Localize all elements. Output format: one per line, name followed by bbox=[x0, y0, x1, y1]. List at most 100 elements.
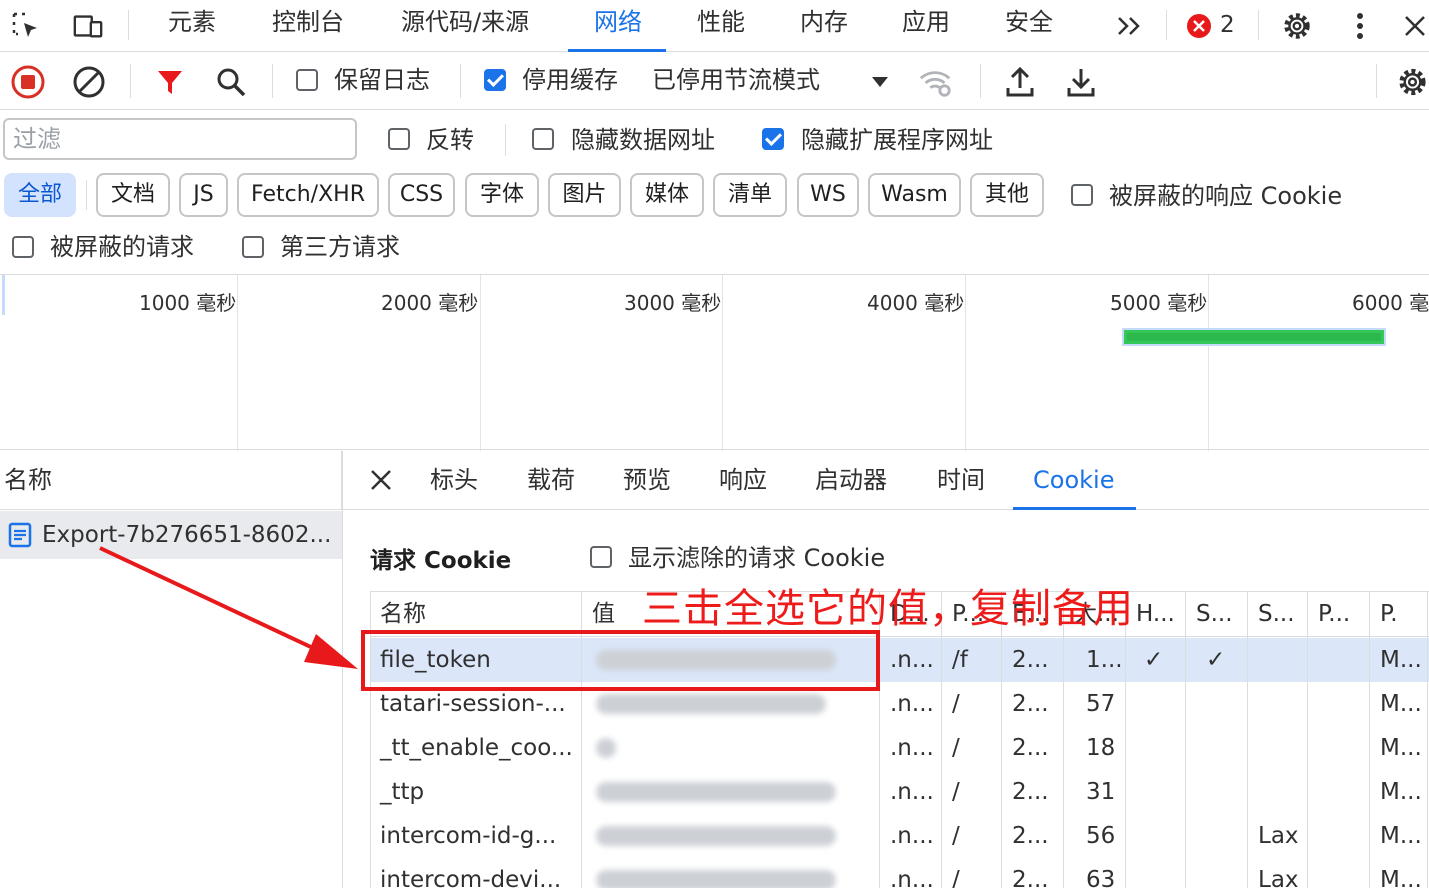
filter-icon[interactable] bbox=[152, 64, 188, 100]
preserve-log-checkbox[interactable] bbox=[296, 69, 318, 91]
disable-cache-label[interactable]: 停用缓存 bbox=[522, 60, 618, 100]
cookie-value[interactable] bbox=[582, 814, 878, 858]
chip-font[interactable]: 字体 bbox=[465, 173, 539, 217]
chip-js[interactable]: JS bbox=[179, 173, 228, 217]
settings-gear-icon[interactable] bbox=[1281, 10, 1313, 42]
tab-network[interactable]: 网络 bbox=[568, 0, 666, 52]
request-list-name-header[interactable]: 名称 bbox=[0, 451, 342, 510]
chip-other[interactable]: 其他 bbox=[970, 173, 1044, 217]
cookie-httponly bbox=[1126, 858, 1186, 888]
throttling-select[interactable]: 已停用节流模式 bbox=[652, 60, 820, 100]
column-samesite[interactable]: S... bbox=[1248, 592, 1308, 636]
chip-manifest[interactable]: 清单 bbox=[713, 173, 787, 217]
more-tabs-icon[interactable] bbox=[1114, 10, 1146, 42]
tab-sources[interactable]: 源代码/来源 bbox=[401, 0, 529, 52]
column-priority[interactable]: P. bbox=[1370, 592, 1429, 636]
disable-cache-checkbox[interactable] bbox=[484, 69, 506, 91]
cookie-partition-key bbox=[1308, 638, 1370, 682]
divider bbox=[1376, 64, 1377, 98]
preserve-log-label[interactable]: 保留日志 bbox=[334, 60, 430, 100]
chip-doc[interactable]: 文档 bbox=[96, 173, 170, 217]
stop-recording-icon[interactable] bbox=[10, 64, 46, 100]
dropdown-arrow-icon[interactable] bbox=[862, 64, 898, 100]
network-conditions-wifi-icon[interactable] bbox=[918, 64, 954, 100]
import-har-upload-icon[interactable] bbox=[1002, 64, 1038, 100]
filter-input[interactable] bbox=[3, 118, 357, 160]
tab-initiator[interactable]: 启动器 bbox=[815, 451, 887, 509]
hide-data-urls-checkbox[interactable] bbox=[532, 128, 554, 150]
request-detail-tabs: 标头 载荷 预览 响应 启动器 时间 Cookie bbox=[343, 451, 1429, 510]
hide-extension-urls-checkbox[interactable] bbox=[762, 128, 784, 150]
tab-elements[interactable]: 元素 bbox=[168, 0, 216, 52]
hide-extension-urls-label[interactable]: 隐藏扩展程序网址 bbox=[801, 120, 993, 160]
search-icon[interactable] bbox=[213, 64, 249, 100]
device-toolbar-icon[interactable] bbox=[72, 10, 104, 42]
error-count[interactable]: 2 bbox=[1220, 8, 1235, 42]
request-cookies-title: 请求 Cookie bbox=[370, 548, 512, 574]
close-detail-icon[interactable] bbox=[369, 468, 393, 492]
tab-security[interactable]: 安全 bbox=[1005, 0, 1053, 52]
network-settings-gear-icon[interactable] bbox=[1396, 64, 1429, 100]
overview-gridline bbox=[965, 275, 966, 451]
cookie-secure bbox=[1186, 770, 1248, 814]
clear-icon[interactable] bbox=[71, 64, 107, 100]
divider bbox=[272, 64, 273, 98]
chip-all[interactable]: 全部 bbox=[4, 173, 76, 217]
tab-cookies[interactable]: Cookie bbox=[1012, 451, 1138, 510]
cookie-value[interactable] bbox=[582, 770, 878, 814]
network-overview-timeline[interactable]: 1000 毫秒 2000 毫秒 3000 毫秒 4000 毫秒 5000 毫秒 … bbox=[0, 274, 1429, 451]
divider bbox=[1166, 10, 1167, 40]
blocked-requests-checkbox[interactable] bbox=[12, 236, 34, 258]
column-partition-key[interactable]: P... bbox=[1308, 592, 1370, 636]
cookie-value[interactable] bbox=[582, 726, 878, 770]
cookie-secure bbox=[1186, 682, 1248, 726]
blocked-response-cookies-label[interactable]: 被屏蔽的响应 Cookie bbox=[1109, 176, 1342, 216]
show-filtered-cookies-label[interactable]: 显示滤除的请求 Cookie bbox=[628, 538, 885, 578]
close-devtools-icon[interactable] bbox=[1400, 10, 1429, 42]
export-har-download-icon[interactable] bbox=[1063, 64, 1099, 100]
chip-img[interactable]: 图片 bbox=[548, 173, 621, 217]
tab-performance[interactable]: 性能 bbox=[697, 0, 745, 52]
hide-data-urls-label[interactable]: 隐藏数据网址 bbox=[571, 120, 715, 160]
third-party-requests-label[interactable]: 第三方请求 bbox=[280, 227, 400, 267]
chip-fetch-xhr[interactable]: Fetch/XHR bbox=[237, 173, 379, 217]
tab-application[interactable]: 应用 bbox=[902, 0, 950, 52]
blocked-response-cookies-checkbox[interactable] bbox=[1071, 184, 1093, 206]
inspect-element-icon[interactable] bbox=[10, 10, 42, 42]
column-secure[interactable]: S... bbox=[1186, 592, 1248, 636]
cookie-expires: 2... bbox=[1012, 647, 1049, 673]
overview-tick-label: 5000 毫秒 bbox=[1110, 291, 1208, 315]
cookie-value[interactable] bbox=[582, 858, 878, 888]
tab-payload[interactable]: 载荷 bbox=[527, 451, 575, 509]
cookie-priority: M... bbox=[1380, 867, 1422, 888]
overview-gridline bbox=[722, 275, 723, 451]
overview-gridline bbox=[237, 275, 238, 451]
cookie-expires: 2... bbox=[1012, 691, 1049, 717]
chip-wasm[interactable]: Wasm bbox=[868, 173, 961, 217]
blocked-requests-label[interactable]: 被屏蔽的请求 bbox=[50, 227, 194, 267]
column-divider bbox=[1185, 591, 1186, 888]
show-filtered-cookies-checkbox[interactable] bbox=[590, 546, 612, 568]
overview-tick-label: 2000 毫秒 bbox=[381, 291, 479, 315]
overview-selection-handle[interactable] bbox=[2, 275, 5, 315]
third-party-requests-checkbox[interactable] bbox=[242, 236, 264, 258]
tab-memory[interactable]: 内存 bbox=[800, 0, 848, 52]
cookie-path: / bbox=[952, 823, 960, 849]
chip-media[interactable]: 媒体 bbox=[630, 173, 704, 217]
tab-headers[interactable]: 标头 bbox=[430, 451, 478, 509]
invert-label[interactable]: 反转 bbox=[426, 120, 474, 160]
chip-ws[interactable]: WS bbox=[797, 173, 859, 217]
column-httponly[interactable]: H... bbox=[1126, 592, 1186, 636]
more-options-icon[interactable] bbox=[1344, 10, 1376, 42]
divider bbox=[505, 124, 506, 156]
error-icon[interactable] bbox=[1184, 10, 1214, 42]
tab-timing[interactable]: 时间 bbox=[937, 451, 985, 509]
invert-checkbox[interactable] bbox=[388, 128, 410, 150]
devtools-main-tabbar: 元素 控制台 源代码/来源 网络 性能 内存 应用 安全 2 bbox=[0, 0, 1429, 52]
tab-console[interactable]: 控制台 bbox=[272, 0, 344, 52]
tab-preview[interactable]: 预览 bbox=[623, 451, 671, 509]
chip-css[interactable]: CSS bbox=[388, 173, 455, 217]
divider bbox=[128, 10, 129, 40]
tab-response[interactable]: 响应 bbox=[719, 451, 767, 509]
cookie-samesite bbox=[1248, 682, 1308, 726]
